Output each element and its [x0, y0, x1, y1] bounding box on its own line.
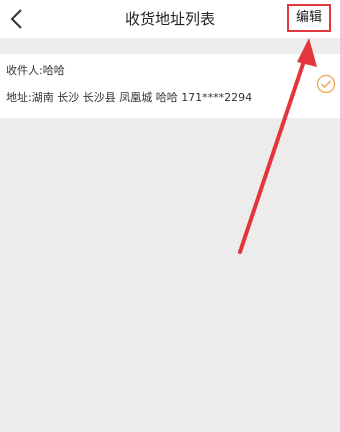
receiver-name: 收件人:哈哈 — [6, 64, 65, 77]
address-list-item[interactable]: 收件人:哈哈 地址:湖南 长沙 长沙县 凤凰城 哈哈 171****2294 — [0, 54, 340, 118]
check-circle-icon[interactable] — [316, 74, 336, 94]
top-bar: 收货地址列表 编辑 — [0, 0, 340, 38]
address-detail: 地址:湖南 长沙 长沙县 凤凰城 哈哈 171****2294 — [6, 91, 253, 104]
edit-button[interactable]: 编辑 — [287, 4, 331, 32]
